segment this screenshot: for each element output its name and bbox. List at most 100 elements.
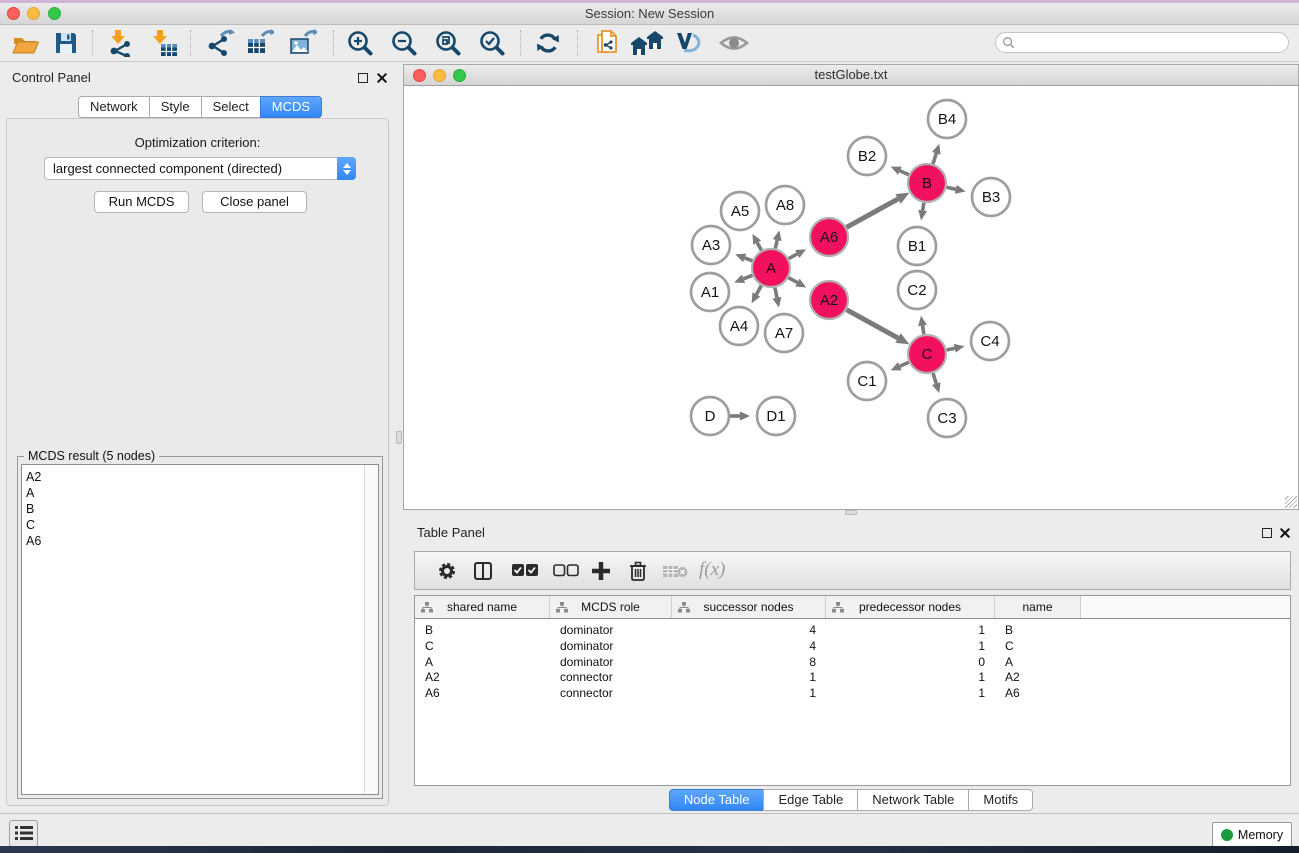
- table-row[interactable]: A6connector11A6: [415, 686, 1290, 702]
- table-cell[interactable]: 4: [672, 639, 826, 655]
- close-window-button[interactable]: [7, 7, 20, 20]
- network-close-button[interactable]: [413, 69, 426, 82]
- table-cell[interactable]: A: [995, 655, 1081, 671]
- export-image-icon[interactable]: [289, 29, 317, 57]
- table-cell[interactable]: A6: [995, 686, 1081, 702]
- tab-style[interactable]: Style: [149, 96, 202, 118]
- close-panel-icon[interactable]: [377, 73, 387, 83]
- table-row[interactable]: Bdominator41B: [415, 623, 1290, 639]
- table-cell[interactable]: A6: [415, 686, 550, 702]
- mcds-result-item[interactable]: C: [26, 517, 41, 533]
- column-header-predecessor-nodes[interactable]: predecessor nodes: [826, 596, 995, 618]
- table-cell[interactable]: connector: [550, 670, 672, 686]
- show-graphics-details-icon[interactable]: [718, 29, 746, 57]
- vertical-split-divider[interactable]: [395, 62, 403, 813]
- select-all-icon[interactable]: [512, 564, 538, 582]
- table-cell[interactable]: 1: [826, 686, 995, 702]
- graph-edge[interactable]: [947, 348, 955, 350]
- resize-grip-icon[interactable]: [1285, 496, 1297, 508]
- mcds-result-item[interactable]: A6: [26, 533, 41, 549]
- graph-edge[interactable]: [744, 275, 753, 278]
- network-overview-icon[interactable]: [630, 29, 658, 57]
- graph-edge[interactable]: [947, 187, 956, 189]
- table-cell[interactable]: A: [415, 655, 550, 671]
- graph-edge[interactable]: [933, 373, 936, 384]
- column-header-shared-name[interactable]: shared name: [415, 596, 550, 618]
- style-vizmapper-icon[interactable]: [674, 29, 702, 57]
- network-minimize-button[interactable]: [433, 69, 446, 82]
- column-header-MCDS-role[interactable]: MCDS role: [550, 596, 672, 618]
- tab-network[interactable]: Network: [78, 96, 150, 118]
- table-cell[interactable]: 1: [826, 670, 995, 686]
- table-cell[interactable]: C: [415, 639, 550, 655]
- maximize-window-button[interactable]: [48, 7, 61, 20]
- tab-select[interactable]: Select: [201, 96, 261, 118]
- table-cell[interactable]: dominator: [550, 623, 672, 639]
- network-canvas[interactable]: B4B2BB3A5A8A6A3AB1A1A2C2A4A7C4CC1C3DD1: [403, 86, 1299, 510]
- tab-motifs[interactable]: Motifs: [968, 789, 1033, 811]
- import-network-icon[interactable]: [106, 29, 134, 57]
- table-cell[interactable]: connector: [550, 686, 672, 702]
- table-cell[interactable]: 8: [672, 655, 826, 671]
- tab-edge-table[interactable]: Edge Table: [763, 789, 858, 811]
- optimization-criterion-select[interactable]: largest connected component (directed): [44, 157, 356, 180]
- export-network-icon[interactable]: [207, 29, 235, 57]
- zoom-fit-icon[interactable]: [434, 29, 462, 57]
- graph-edge[interactable]: [775, 240, 777, 248]
- table-cell[interactable]: B: [415, 623, 550, 639]
- zoom-out-icon[interactable]: [390, 29, 418, 57]
- table-cell[interactable]: A2: [995, 670, 1081, 686]
- graph-edge[interactable]: [847, 199, 899, 227]
- zoom-in-icon[interactable]: [346, 29, 374, 57]
- tab-mcds[interactable]: MCDS: [260, 96, 322, 118]
- table-row[interactable]: A2connector11A2: [415, 670, 1290, 686]
- clone-network-icon[interactable]: [594, 29, 622, 57]
- table-cell[interactable]: 4: [672, 623, 826, 639]
- close-panel-icon[interactable]: [1280, 528, 1290, 538]
- column-view-icon[interactable]: [473, 561, 493, 586]
- mcds-result-item[interactable]: B: [26, 501, 41, 517]
- tab-node-table[interactable]: Node Table: [669, 789, 765, 811]
- minimize-window-button[interactable]: [27, 7, 40, 20]
- table-cell[interactable]: 1: [672, 686, 826, 702]
- search-box[interactable]: [995, 32, 1289, 53]
- open-file-icon[interactable]: [11, 29, 39, 57]
- memory-button[interactable]: Memory: [1212, 822, 1292, 847]
- task-history-button[interactable]: [9, 820, 38, 847]
- network-maximize-button[interactable]: [453, 69, 466, 82]
- refresh-view-icon[interactable]: [534, 29, 562, 57]
- table-cell[interactable]: A2: [415, 670, 550, 686]
- graph-edge[interactable]: [900, 171, 909, 175]
- close-panel-button[interactable]: Close panel: [202, 191, 307, 213]
- zoom-selected-icon[interactable]: [478, 29, 506, 57]
- graph-edge[interactable]: [789, 278, 798, 283]
- table-cell[interactable]: 1: [826, 623, 995, 639]
- float-panel-icon[interactable]: [1262, 528, 1272, 538]
- table-row[interactable]: Cdominator41C: [415, 639, 1290, 655]
- divider-handle[interactable]: [845, 510, 857, 515]
- delete-column-icon[interactable]: [628, 561, 648, 586]
- network-window-titlebar[interactable]: testGlobe.txt: [403, 64, 1299, 86]
- table-cell[interactable]: 1: [826, 639, 995, 655]
- graph-edge[interactable]: [900, 362, 909, 366]
- table-cell[interactable]: B: [995, 623, 1081, 639]
- table-row[interactable]: Adominator80A: [415, 655, 1290, 671]
- table-cell[interactable]: 1: [672, 670, 826, 686]
- run-mcds-button[interactable]: Run MCDS: [94, 191, 189, 213]
- settings-gear-icon[interactable]: [437, 561, 457, 586]
- graph-edge[interactable]: [745, 258, 753, 261]
- column-header-name[interactable]: name: [995, 596, 1081, 618]
- mcds-result-item[interactable]: A2: [26, 469, 41, 485]
- graph-edge[interactable]: [757, 243, 761, 251]
- add-column-icon[interactable]: [591, 561, 611, 586]
- table-cell[interactable]: dominator: [550, 655, 672, 671]
- import-table-icon[interactable]: [151, 29, 179, 57]
- graph-edge[interactable]: [775, 288, 777, 298]
- save-session-icon[interactable]: [52, 29, 80, 57]
- divider-handle[interactable]: [396, 431, 402, 444]
- table-cell[interactable]: dominator: [550, 639, 672, 655]
- graph-edge[interactable]: [756, 286, 761, 295]
- float-panel-icon[interactable]: [358, 73, 368, 83]
- graph-edge[interactable]: [933, 153, 936, 164]
- scrollbar-track[interactable]: [364, 465, 378, 794]
